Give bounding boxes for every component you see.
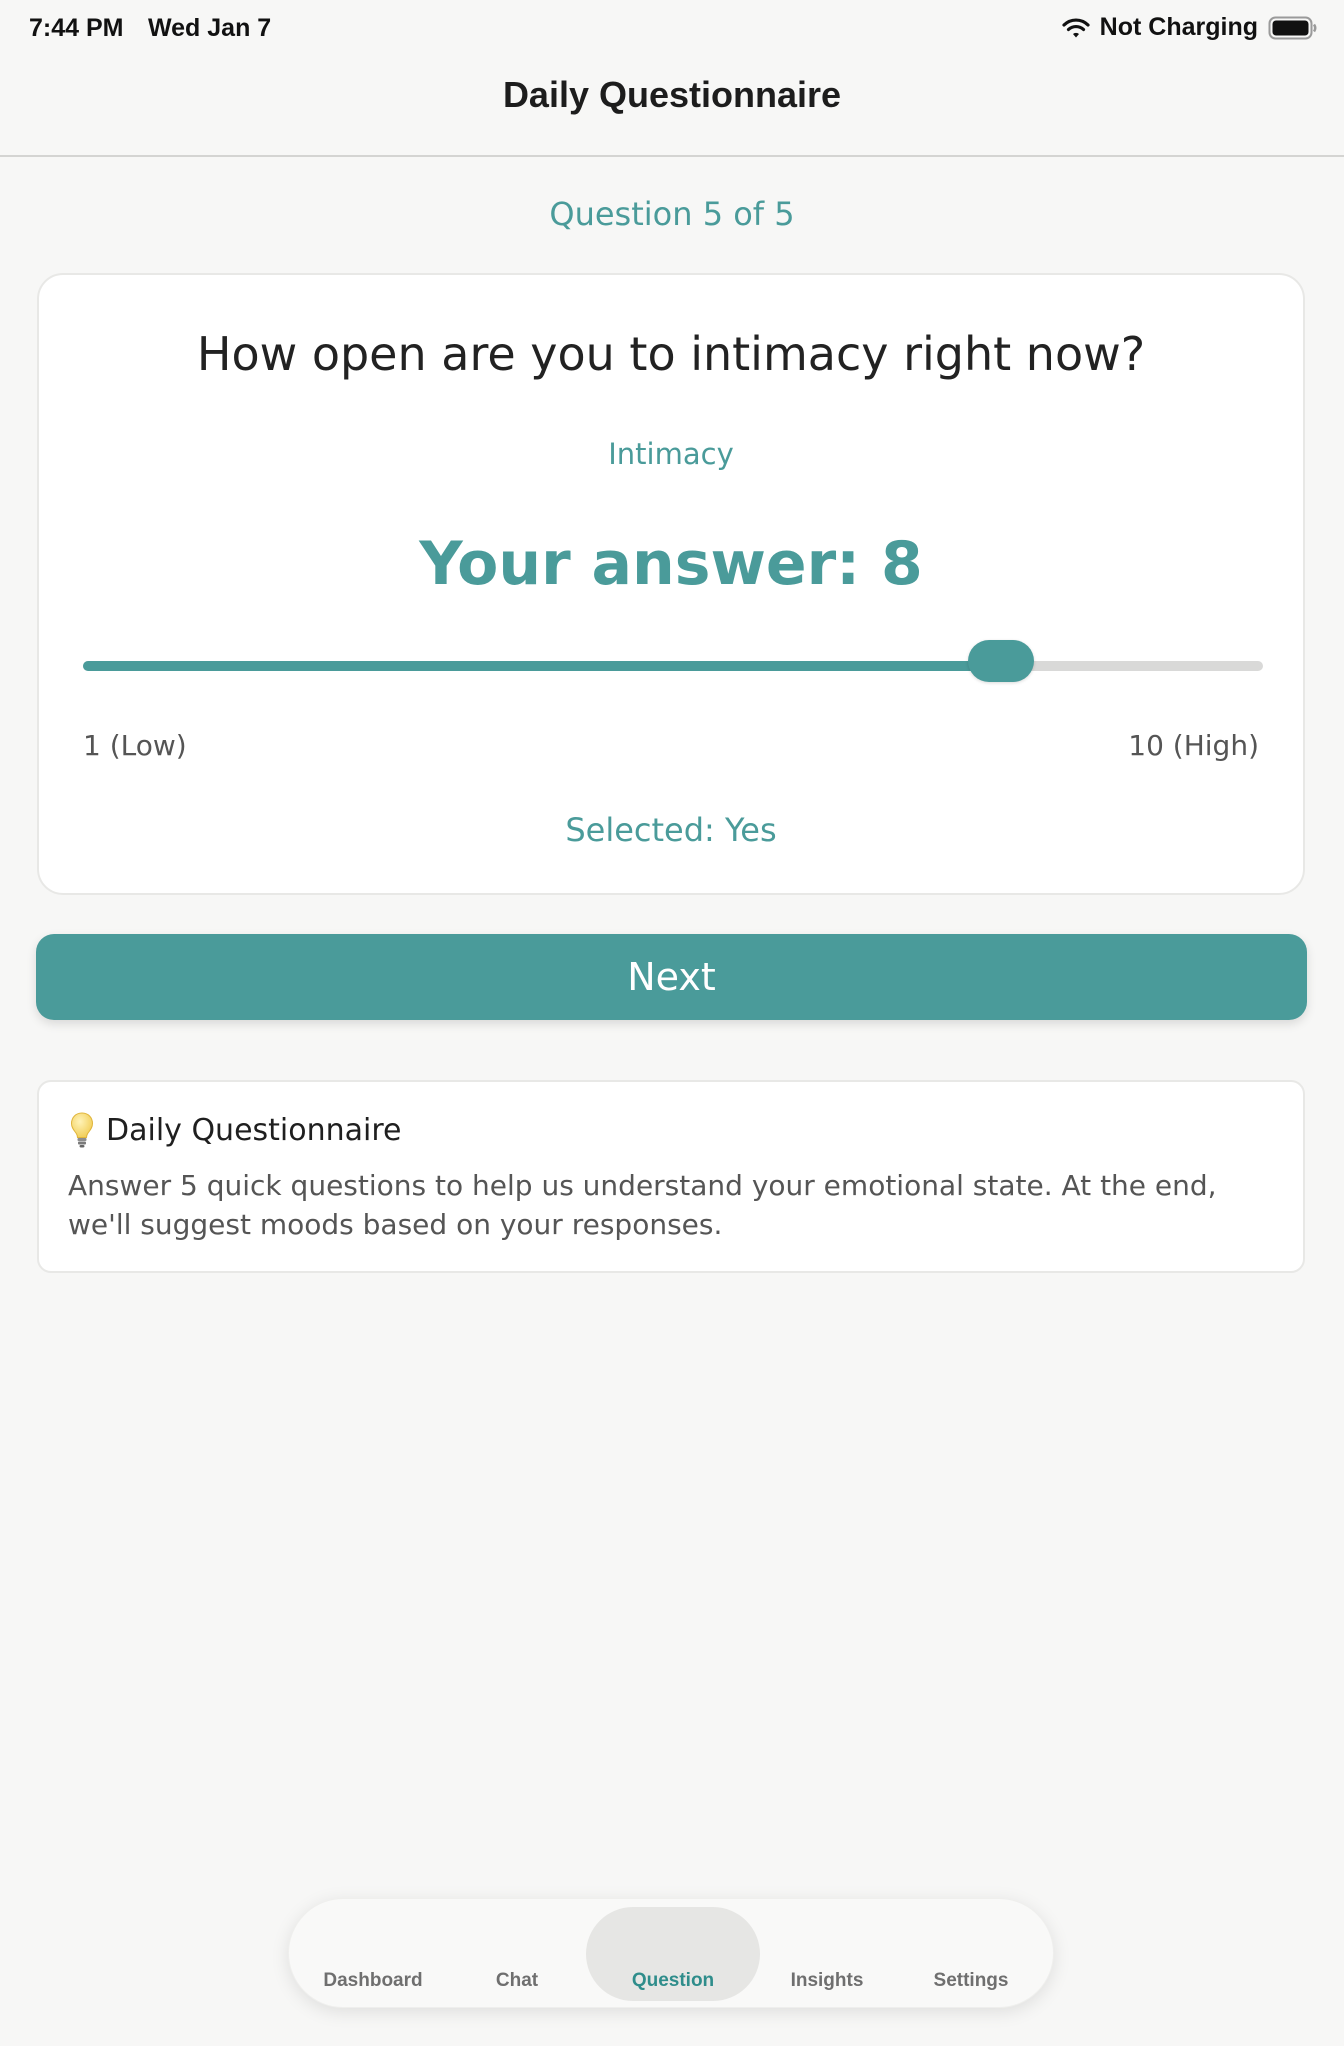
tab-settings[interactable]: Settings (899, 1899, 1043, 2009)
lightbulb-icon (70, 1112, 94, 1148)
answer-display: Your answer: 8 (419, 529, 923, 599)
scale-min-label: 1 (Low) (83, 729, 187, 762)
question-text: How open are you to intimacy right now? (196, 327, 1146, 381)
slider-thumb[interactable] (968, 640, 1034, 682)
answer-slider[interactable] (83, 640, 1263, 682)
tab-question[interactable]: Question (586, 1899, 760, 2009)
tab-insights-label: Insights (790, 1970, 864, 1991)
next-button[interactable]: Next (36, 934, 1307, 1020)
question-progress: Question 5 of 5 (549, 195, 795, 233)
status-date: Wed Jan 7 (148, 14, 272, 42)
tab-dashboard-label: Dashboard (323, 1970, 423, 1991)
selected-status: Selected: Yes (565, 811, 777, 849)
scale-max-label: 10 (High) (1128, 729, 1259, 762)
tab-dashboard[interactable]: Dashboard (301, 1899, 445, 2009)
nav-header: Daily Questionnaire (0, 56, 1344, 157)
wifi-icon (1062, 17, 1090, 39)
info-header: Daily Questionnaire (70, 1112, 402, 1148)
tab-bar: Dashboard Chat Question Insights Setting… (288, 1898, 1054, 2008)
tab-settings-label: Settings (933, 1970, 1009, 1991)
question-category: Intimacy (608, 437, 734, 471)
tab-insights[interactable]: Insights (755, 1899, 899, 2009)
info-card: Daily Questionnaire Answer 5 quick quest… (37, 1080, 1305, 1273)
status-indicators: Not Charging (1062, 13, 1318, 42)
tab-chat[interactable]: Chat (445, 1899, 589, 2009)
status-time: 7:44 PM (29, 14, 124, 42)
tab-chat-label: Chat (495, 1970, 539, 1991)
page-title: Daily Questionnaire (502, 74, 842, 115)
battery-icon (1268, 16, 1318, 40)
info-body: Answer 5 quick questions to help us unde… (68, 1169, 1217, 1241)
question-card: How open are you to intimacy right now? … (37, 273, 1305, 895)
info-title: Daily Questionnaire (106, 1112, 402, 1148)
slider-fill (83, 661, 1001, 671)
charging-status: Not Charging (1099, 13, 1258, 41)
tab-question-label: Question (631, 1970, 715, 1991)
status-bar: 7:44 PM Wed Jan 7 Not Charging (0, 0, 1344, 56)
